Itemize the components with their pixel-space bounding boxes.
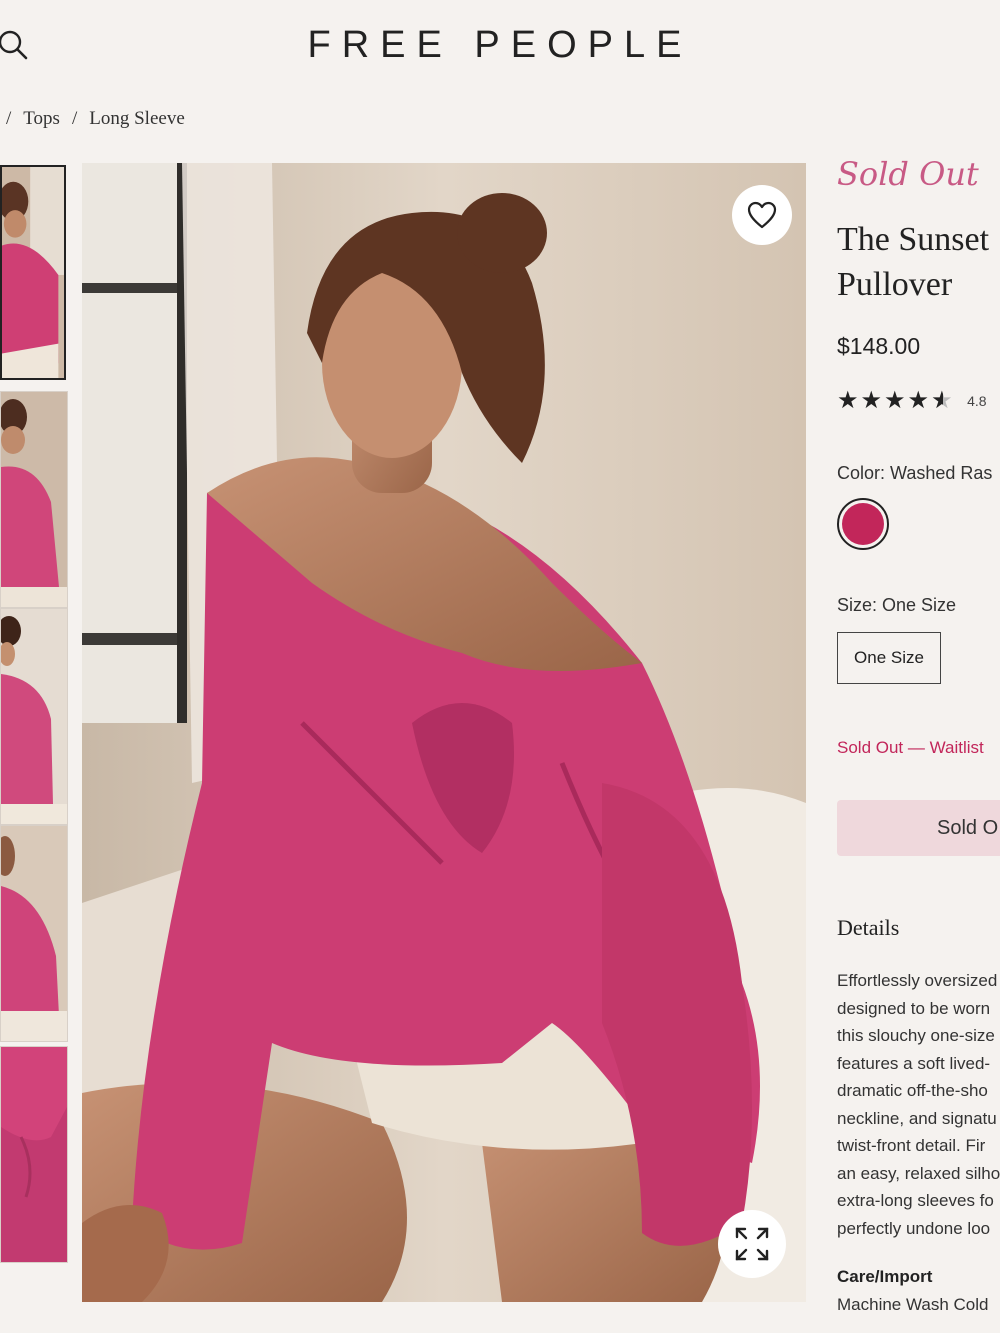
details-description: Effortlessly oversized designed to be wo…	[837, 967, 1000, 1242]
size-option-one-size[interactable]: One Size	[837, 632, 941, 684]
thumbnail-4[interactable]	[0, 825, 68, 1042]
details-line: twist-front detail. Fir	[837, 1136, 986, 1155]
details-line: Effortlessly oversized	[837, 971, 998, 990]
product-main-image[interactable]	[82, 163, 806, 1302]
product-photo	[82, 163, 806, 1302]
details-line: extra-long sleeves fo	[837, 1191, 994, 1210]
expand-image-button[interactable]	[718, 1210, 786, 1278]
star-icon: ★	[907, 387, 930, 414]
thumbnail-3[interactable]	[0, 608, 68, 825]
care-heading: Care/Import	[837, 1267, 933, 1286]
star-icon: ★	[884, 387, 906, 414]
breadcrumb-separator: /	[71, 108, 78, 129]
details-line: an easy, relaxed silho	[837, 1163, 1000, 1183]
product-title: The Sunset Pullover	[837, 217, 989, 307]
thumbnail-2[interactable]	[0, 391, 68, 608]
color-swatch-washed-raspberry[interactable]	[837, 498, 889, 550]
product-rating[interactable]: ★ ★ ★ ★ ★ ★ 4.8	[837, 389, 987, 413]
details-line: perfectly undone loo	[837, 1218, 991, 1238]
star-icon: ★	[837, 387, 859, 414]
heart-icon	[747, 201, 777, 229]
color-swatch-fill	[842, 503, 884, 545]
product-title-line-1: The Sunset	[837, 221, 990, 258]
color-label: Color: Washed Ras	[837, 463, 993, 483]
sold-out-label: Sold Out	[837, 155, 979, 193]
care-text: Machine Wash Cold	[837, 1295, 989, 1314]
thumbnail-1[interactable]	[0, 165, 66, 380]
star-icon: ★	[860, 387, 883, 414]
thumbnail-5[interactable]	[0, 1046, 68, 1263]
details-line: this slouchy one-size	[837, 1026, 995, 1045]
waitlist-link[interactable]: Sold Out — Waitlist	[837, 738, 984, 758]
breadcrumb-item-tops[interactable]: Tops	[23, 108, 60, 130]
sold-out-button[interactable]: Sold O	[837, 800, 1000, 856]
details-line: designed to be worn	[837, 998, 991, 1018]
breadcrumb: / Tops / Long Sleeve	[6, 108, 185, 130]
brand-logo[interactable]: FREE PEOPLE	[0, 24, 1000, 67]
half-star-icon: ★ ★	[931, 387, 953, 414]
details-line: dramatic off-the-sho	[837, 1081, 988, 1100]
breadcrumb-item-long-sleeve[interactable]: Long Sleeve	[89, 108, 185, 130]
favorite-button[interactable]	[732, 185, 792, 245]
product-title-line-2: Pullover	[837, 266, 953, 303]
size-label: Size: One Size	[837, 595, 957, 615]
breadcrumb-separator: /	[6, 108, 12, 129]
details-line: neckline, and signatu	[837, 1108, 997, 1128]
rating-value: 4.8	[967, 393, 987, 409]
details-line: features a soft lived-	[837, 1053, 991, 1073]
expand-icon	[735, 1227, 769, 1261]
product-price: $148.00	[837, 333, 921, 359]
details-heading[interactable]: Details	[837, 915, 899, 941]
